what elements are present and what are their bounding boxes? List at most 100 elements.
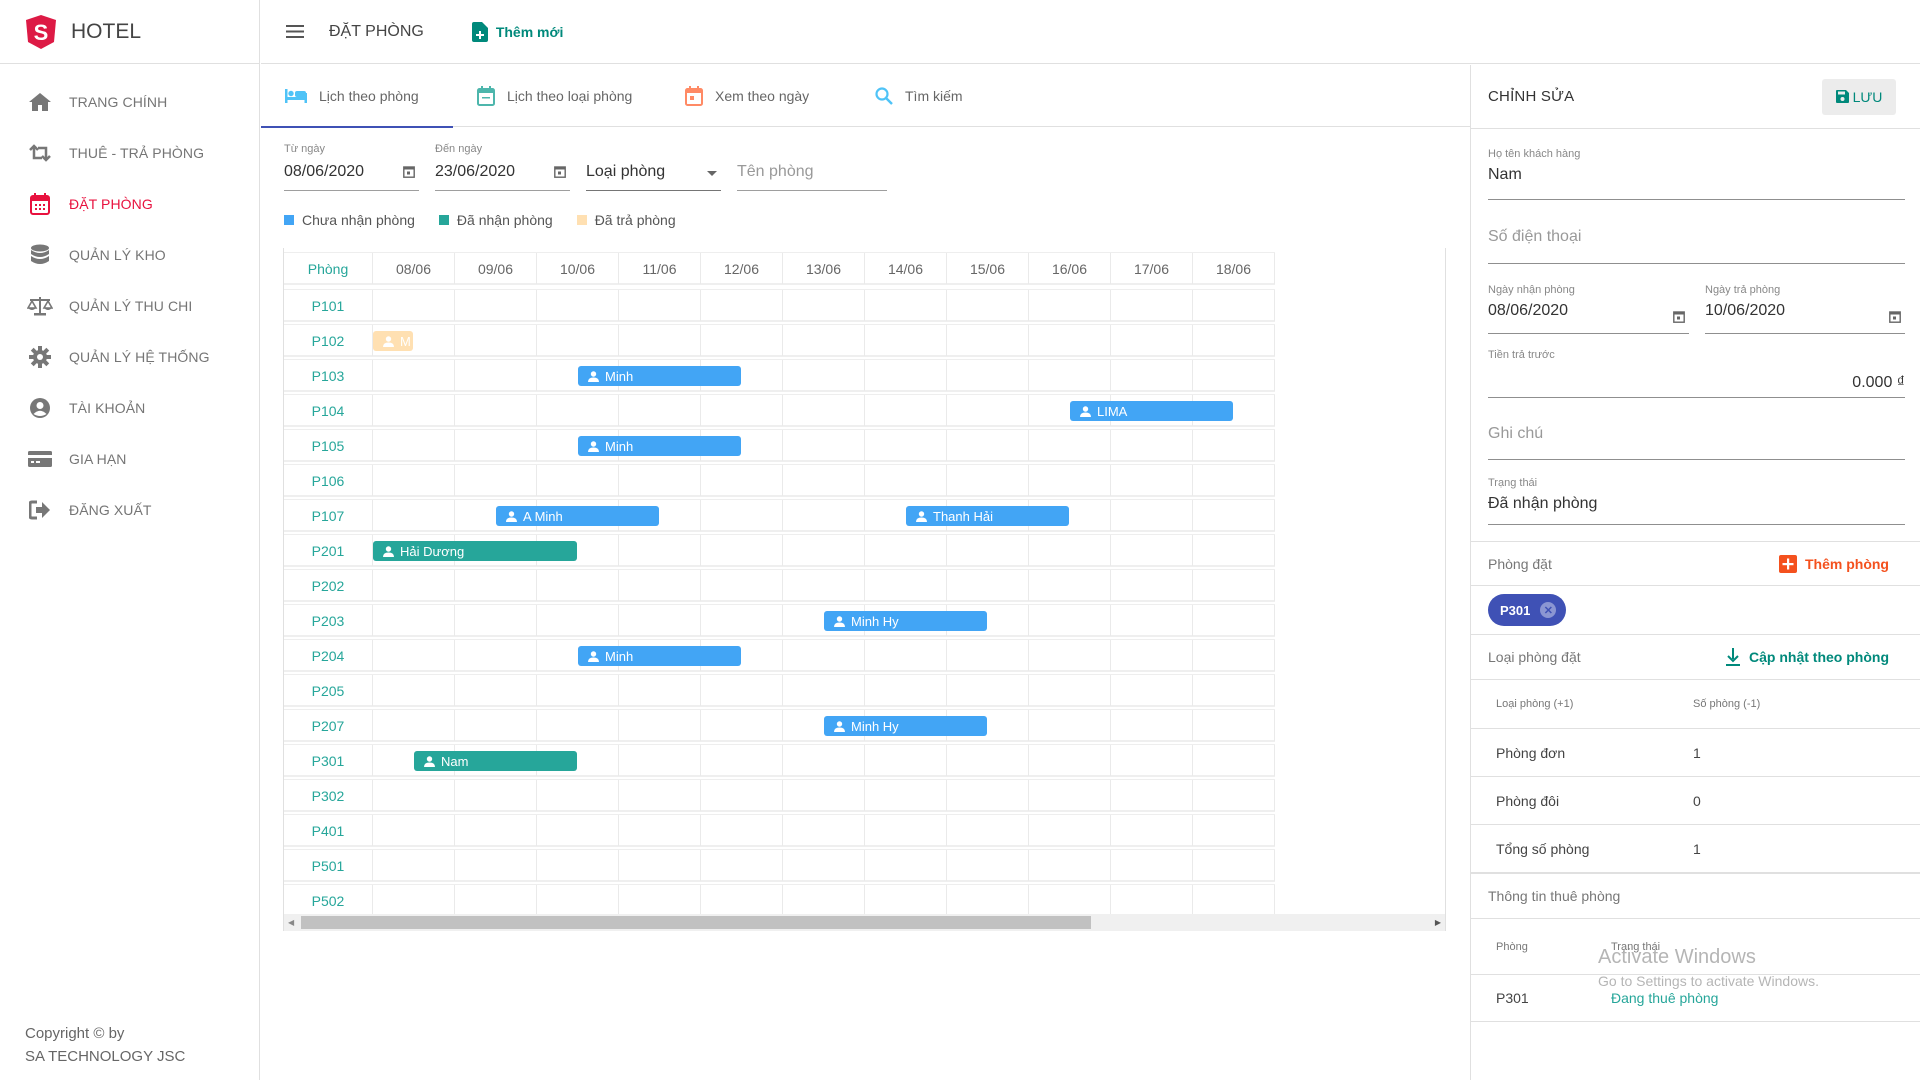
day-cell[interactable] (1193, 325, 1275, 356)
day-cell[interactable] (783, 640, 865, 671)
day-cell[interactable] (1193, 605, 1275, 636)
room-name-cell[interactable]: P204 (284, 640, 373, 671)
add-room-button[interactable]: Thêm phòng (1779, 554, 1889, 573)
day-cell[interactable] (783, 850, 865, 881)
day-cell[interactable] (1111, 675, 1193, 706)
day-cell[interactable] (1111, 745, 1193, 776)
sidebar-item-renew[interactable]: GIA HẠN (0, 433, 259, 484)
day-cell[interactable] (947, 745, 1029, 776)
room-name-cell[interactable]: P502 (284, 885, 373, 916)
day-cell[interactable] (455, 430, 537, 461)
update-by-room-button[interactable]: Cập nhật theo phòng (1725, 648, 1889, 666)
day-cell[interactable] (865, 885, 947, 916)
day-cell[interactable] (373, 640, 455, 671)
room-name-cell[interactable]: P103 (284, 360, 373, 391)
day-cell[interactable] (1029, 815, 1111, 846)
calendar-picker-icon[interactable] (403, 165, 415, 178)
day-cell[interactable] (373, 675, 455, 706)
booking-bar[interactable]: Nam (414, 751, 577, 771)
room-name-cell[interactable]: P107 (284, 500, 373, 531)
day-cell[interactable] (783, 290, 865, 321)
phone-field[interactable]: Số điện thoại (1488, 228, 1905, 264)
booking-bar[interactable]: LIMA (1070, 401, 1233, 421)
day-cell[interactable] (947, 360, 1029, 391)
day-cell[interactable] (865, 570, 947, 601)
day-cell[interactable] (1029, 675, 1111, 706)
day-cell[interactable] (1029, 360, 1111, 391)
day-cell[interactable] (455, 710, 537, 741)
sidebar-item-account[interactable]: TÀI KHOẢN (0, 382, 259, 433)
note-field[interactable]: Ghi chú (1488, 425, 1905, 460)
day-cell[interactable] (1029, 430, 1111, 461)
day-cell[interactable] (783, 745, 865, 776)
tab-schedule-by-room-type[interactable]: Lịch theo loại phòng (453, 65, 661, 127)
day-cell[interactable] (947, 290, 1029, 321)
sidebar-item-inventory[interactable]: QUẢN LÝ KHO (0, 229, 259, 280)
day-cell[interactable] (373, 290, 455, 321)
day-cell[interactable] (619, 885, 701, 916)
day-cell[interactable] (1193, 430, 1275, 461)
day-cell[interactable] (865, 815, 947, 846)
day-cell[interactable] (1029, 710, 1111, 741)
day-cell[interactable] (865, 290, 947, 321)
day-cell[interactable] (783, 500, 865, 531)
day-cell[interactable] (947, 395, 1029, 426)
day-cell[interactable] (455, 850, 537, 881)
day-cell[interactable] (537, 850, 619, 881)
deposit-field[interactable]: Tiền trả trước 0.000 ₫ (1488, 349, 1905, 398)
sidebar-item-home[interactable]: TRANG CHÍNH (0, 76, 259, 127)
room-name-cell[interactable]: P203 (284, 605, 373, 636)
day-cell[interactable] (373, 360, 455, 391)
customer-name-field[interactable]: Họ tên khách hàng Nam (1488, 148, 1905, 200)
day-cell[interactable] (1193, 780, 1275, 811)
day-cell[interactable] (1111, 815, 1193, 846)
day-cell[interactable] (537, 710, 619, 741)
day-cell[interactable] (947, 430, 1029, 461)
room-name-cell[interactable]: P205 (284, 675, 373, 706)
day-cell[interactable] (701, 745, 783, 776)
day-cell[interactable] (373, 885, 455, 916)
day-cell[interactable] (1193, 675, 1275, 706)
day-cell[interactable] (619, 605, 701, 636)
day-cell[interactable] (783, 780, 865, 811)
day-cell[interactable] (701, 535, 783, 566)
day-cell[interactable] (619, 745, 701, 776)
day-cell[interactable] (1111, 710, 1193, 741)
day-cell[interactable] (373, 430, 455, 461)
day-cell[interactable] (701, 605, 783, 636)
day-cell[interactable] (865, 850, 947, 881)
day-cell[interactable] (619, 850, 701, 881)
day-cell[interactable] (1029, 535, 1111, 566)
day-cell[interactable] (619, 710, 701, 741)
booking-bar[interactable]: Minh Hy (824, 716, 987, 736)
day-cell[interactable] (1111, 640, 1193, 671)
tab-schedule-by-room[interactable]: Lịch theo phòng (261, 65, 453, 128)
day-cell[interactable] (1029, 850, 1111, 881)
day-cell[interactable] (537, 465, 619, 496)
day-cell[interactable] (1193, 640, 1275, 671)
sidebar-item-logout[interactable]: ĐĂNG XUẤT (0, 484, 259, 535)
day-cell[interactable] (373, 500, 455, 531)
day-cell[interactable] (783, 675, 865, 706)
day-cell[interactable] (1111, 360, 1193, 391)
room-name-input[interactable]: Tên phòng (737, 143, 887, 191)
day-cell[interactable] (947, 815, 1029, 846)
day-cell[interactable] (783, 535, 865, 566)
horizontal-scrollbar[interactable]: ◀ ▶ (284, 914, 1445, 931)
day-cell[interactable] (1029, 745, 1111, 776)
day-cell[interactable] (455, 570, 537, 601)
day-cell[interactable] (1193, 500, 1275, 531)
day-cell[interactable] (373, 815, 455, 846)
day-cell[interactable] (455, 675, 537, 706)
room-name-cell[interactable]: P106 (284, 465, 373, 496)
day-cell[interactable] (455, 290, 537, 321)
day-cell[interactable] (619, 535, 701, 566)
day-cell[interactable] (1029, 325, 1111, 356)
day-cell[interactable] (619, 815, 701, 846)
day-cell[interactable] (373, 850, 455, 881)
calendar-picker-icon[interactable] (554, 165, 566, 178)
day-cell[interactable] (701, 570, 783, 601)
calendar-picker-icon[interactable] (1673, 310, 1685, 323)
room-name-cell[interactable]: P201 (284, 535, 373, 566)
day-cell[interactable] (1029, 290, 1111, 321)
